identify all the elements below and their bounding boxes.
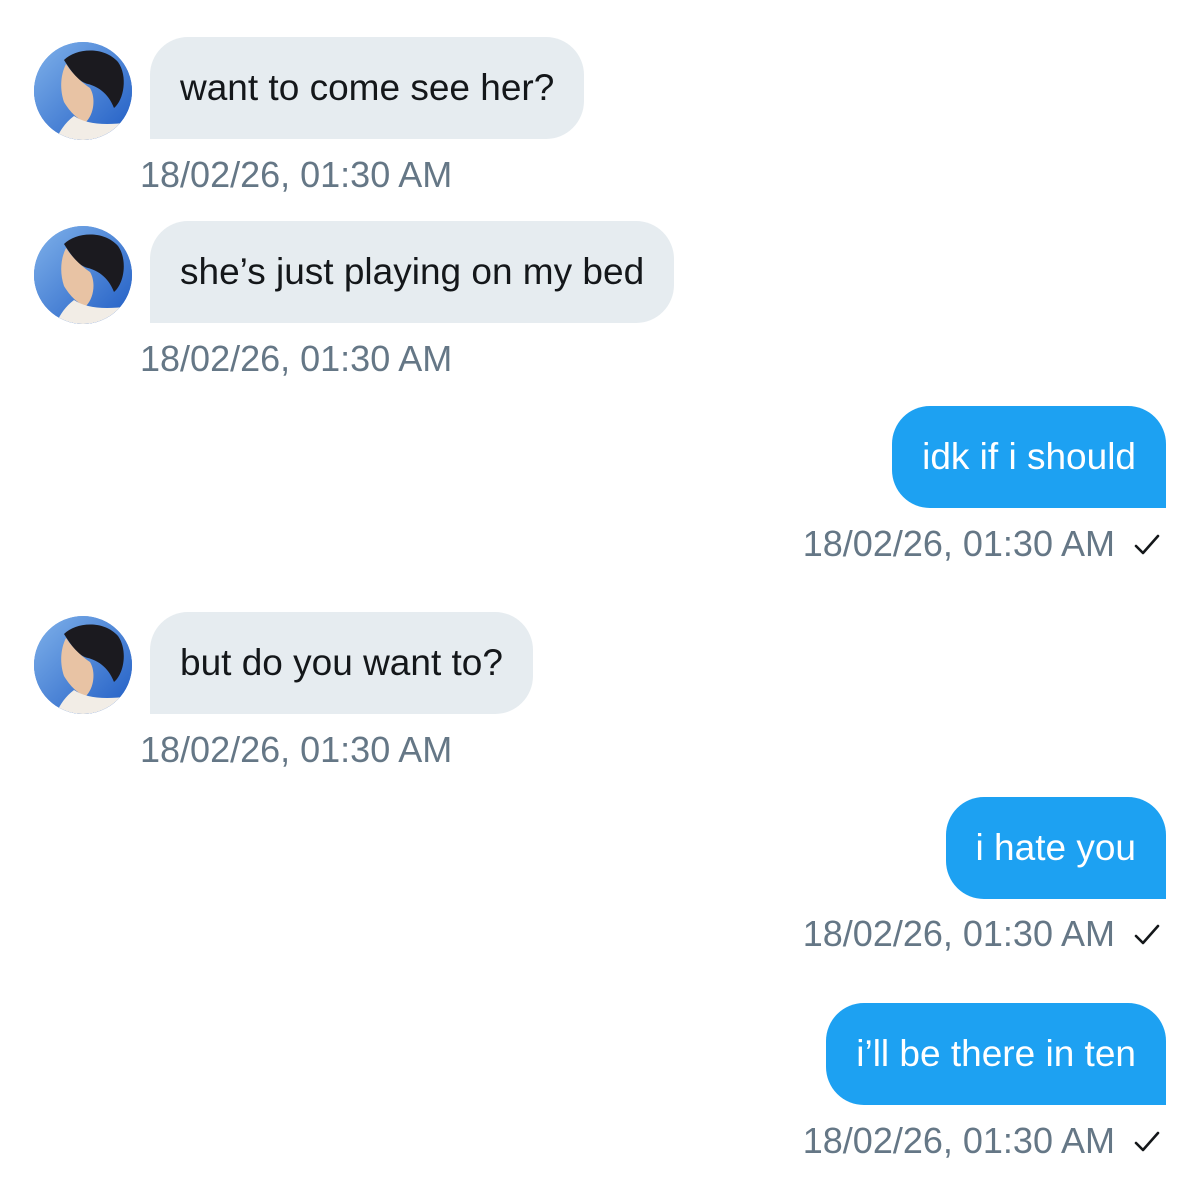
message-bubble[interactable]: but do you want to? xyxy=(150,612,533,714)
message-timestamp: 18/02/26, 01:30 AM xyxy=(802,913,1115,954)
message-timestamp: 18/02/26, 01:30 AM xyxy=(140,154,453,195)
message-timestamp: 18/02/26, 01:30 AM xyxy=(802,523,1115,564)
avatar[interactable] xyxy=(34,226,132,324)
message-timestamp: 18/02/26, 01:30 AM xyxy=(802,1120,1115,1161)
checkmark-icon xyxy=(1134,924,1160,945)
message-bubble[interactable]: want to come see her? xyxy=(150,37,585,139)
message-timestamp: 18/02/26, 01:30 AM xyxy=(140,338,453,379)
avatar[interactable] xyxy=(34,42,132,140)
message-bubble[interactable]: idk if i should xyxy=(892,406,1166,508)
message-bubble[interactable]: i’ll be there in ten xyxy=(826,1003,1166,1105)
message-bubble[interactable]: i hate you xyxy=(945,797,1166,899)
message-bubble[interactable]: she’s just playing on my bed xyxy=(150,221,675,323)
avatar[interactable] xyxy=(34,616,132,714)
message-timestamp: 18/02/26, 01:30 AM xyxy=(140,729,453,770)
checkmark-icon xyxy=(1134,534,1160,555)
checkmark-icon xyxy=(1134,1131,1160,1152)
